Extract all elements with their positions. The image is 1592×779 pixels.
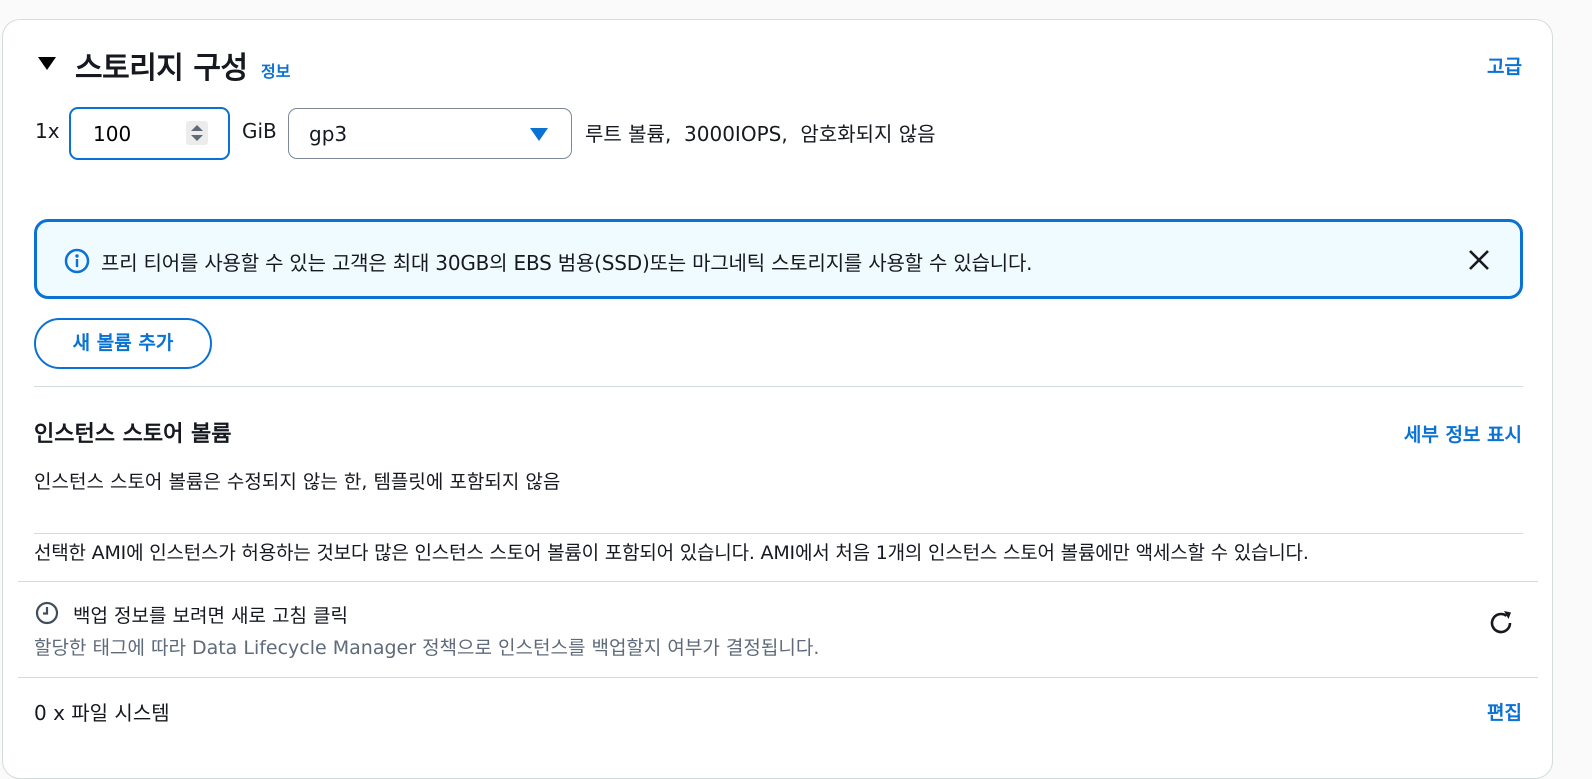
show-details-link[interactable]: 세부 정보 표시 — [1404, 420, 1522, 447]
volume-type-select[interactable]: gp3 — [288, 108, 572, 159]
ami-note: 선택한 AMI에 인스턴스가 허용하는 것보다 많은 인스턴스 스토어 볼륨이 … — [34, 542, 1309, 564]
divider — [34, 386, 1523, 387]
clock-icon — [35, 601, 59, 625]
size-input-wrapper[interactable] — [69, 107, 230, 160]
size-unit: GiB — [242, 119, 277, 143]
advanced-link[interactable]: 고급 — [1487, 52, 1522, 79]
close-icon[interactable] — [1466, 247, 1492, 273]
info-link[interactable]: 정보 — [261, 58, 290, 82]
volume-size-input[interactable] — [91, 121, 195, 147]
info-circle-icon — [64, 248, 90, 274]
divider — [34, 533, 1523, 534]
backup-description: 할당한 태그에 따라 Data Lifecycle Manager 정책으로 인… — [34, 637, 820, 659]
volume-type-value: gp3 — [309, 122, 348, 146]
file-systems-label: 0 x 파일 시스템 — [34, 701, 170, 725]
refresh-icon[interactable] — [1486, 608, 1516, 638]
volume-count: 1x — [35, 119, 60, 143]
instance-store-description: 인스턴스 스토어 볼륨은 수정되지 않는 한, 템플릿에 포함되지 않음 — [34, 471, 561, 493]
add-volume-button[interactable]: 새 볼륨 추가 — [34, 318, 212, 369]
dropdown-arrow-icon — [530, 128, 548, 141]
divider — [18, 581, 1538, 582]
volume-description: 루트 볼륨, 3000IOPS, 암호화되지 않음 — [585, 122, 936, 146]
alert-message: 프리 티어를 사용할 수 있는 고객은 최대 30GB의 EBS 범용(SSD)… — [101, 251, 1033, 275]
free-tier-alert: 프리 티어를 사용할 수 있는 고객은 최대 30GB의 EBS 범용(SSD)… — [34, 219, 1523, 299]
divider — [18, 677, 1538, 678]
caret-down-icon[interactable] — [36, 52, 58, 74]
section-title: 스토리지 구성 — [75, 51, 248, 86]
edit-link[interactable]: 편집 — [1487, 698, 1522, 725]
spinner-icon[interactable] — [186, 121, 208, 145]
instance-store-title: 인스턴스 스토어 볼륨 — [34, 422, 232, 447]
backup-title: 백업 정보를 보려면 새로 고침 클릭 — [73, 605, 348, 627]
